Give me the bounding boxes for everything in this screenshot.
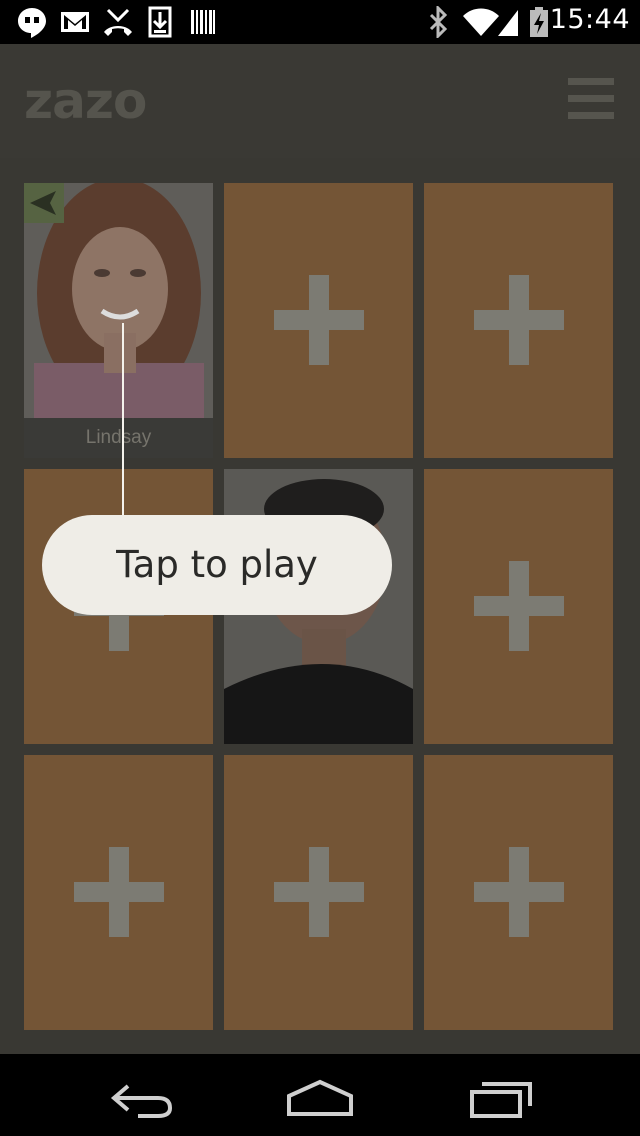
add-friend-tile[interactable] [424, 755, 613, 1030]
missed-call-icon [104, 8, 132, 36]
status-time: 15:44 [549, 4, 630, 35]
friend-name: Lindsay [24, 418, 213, 458]
add-friend-tile[interactable] [224, 755, 413, 1030]
recent-apps-icon[interactable] [468, 1072, 534, 1122]
battery-charging-icon [530, 7, 548, 37]
gmail-icon [61, 12, 89, 32]
add-friend-tile[interactable] [24, 755, 213, 1030]
barcode-icon [191, 10, 215, 34]
add-friend-tile[interactable] [424, 183, 613, 458]
back-icon[interactable] [108, 1072, 174, 1122]
bluetooth-icon [429, 6, 448, 38]
status-bar: 15:44 [0, 0, 640, 44]
app-logo: zazo [24, 72, 147, 130]
navigation-bar [0, 1054, 640, 1136]
signal-icon [498, 10, 518, 36]
add-friend-tile[interactable] [424, 469, 613, 744]
home-icon[interactable] [287, 1072, 353, 1122]
app-header: zazo [0, 44, 640, 158]
add-friend-tile[interactable] [224, 183, 413, 458]
hamburger-menu-icon[interactable] [568, 78, 614, 120]
hangouts-icon [18, 8, 46, 38]
send-icon [24, 183, 64, 223]
friend-tile-lindsay[interactable]: Lindsay [24, 183, 213, 458]
tap-to-play-hint[interactable]: Tap to play [42, 515, 392, 615]
download-icon [148, 6, 172, 38]
hint-pointer-line [122, 323, 124, 517]
wifi-icon [463, 8, 499, 36]
